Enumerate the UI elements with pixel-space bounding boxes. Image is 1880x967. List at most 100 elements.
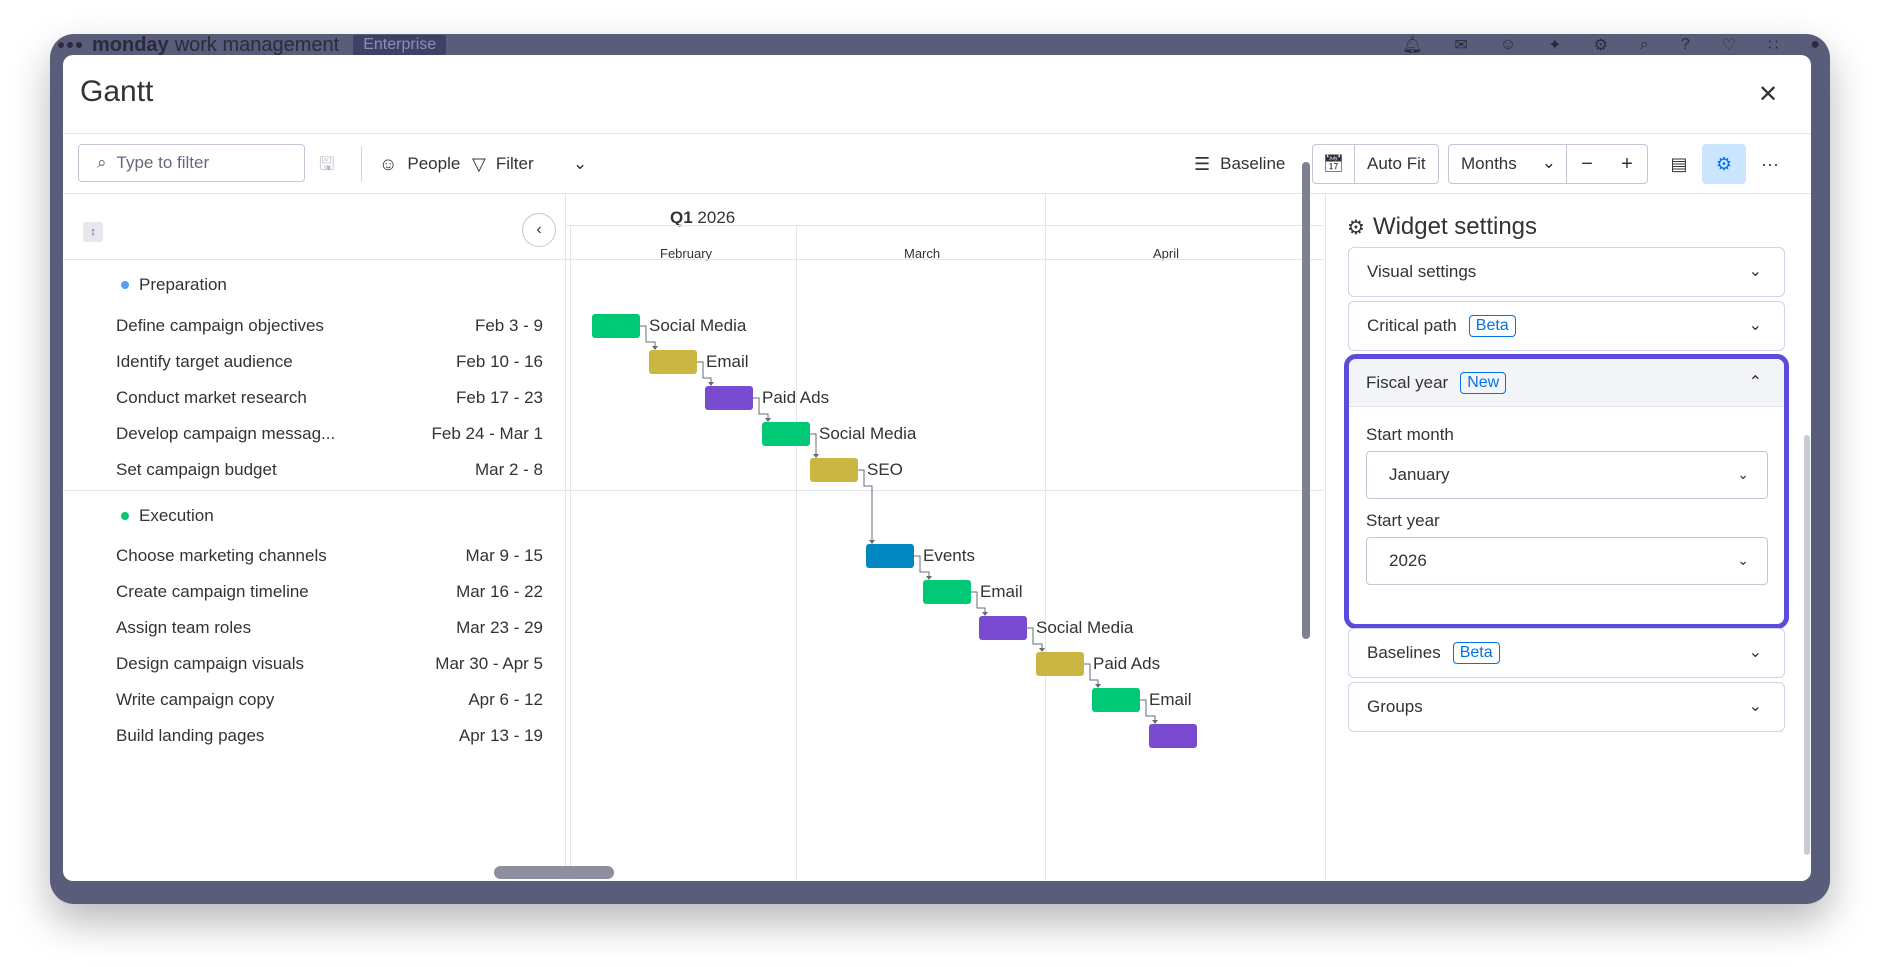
gantt-bar[interactable]: [1092, 688, 1140, 712]
task-name: Write campaign copy: [116, 690, 275, 709]
divider: [63, 490, 565, 491]
settings-scrollbar[interactable]: [1804, 435, 1810, 855]
task-row[interactable]: Write campaign copy Apr 6 - 12: [116, 685, 543, 715]
chevron-down-icon: ⌄: [1737, 466, 1749, 482]
task-dates: Feb 3 - 9: [474, 316, 543, 335]
panel-toggle-button[interactable]: ‹: [522, 213, 556, 247]
people-label: People: [407, 154, 461, 173]
invite-icon[interactable]: ☺: [1500, 36, 1516, 54]
accordion-label: Fiscal year: [1366, 372, 1449, 392]
task-dates: Feb 17 - 23: [456, 388, 543, 407]
fiscal-year-accordion: Fiscal year New ⌃ Start month January ⌄ …: [1344, 354, 1789, 629]
task-row[interactable]: Conduct market research Feb 17 - 23: [116, 383, 543, 413]
task-row[interactable]: Assign team roles Mar 23 - 29: [116, 613, 543, 643]
task-row[interactable]: Set campaign budget Mar 2 - 8: [116, 455, 543, 485]
app-brand: monday: [92, 34, 169, 56]
gear-icon: ⚙: [1715, 153, 1733, 174]
gantt-bar[interactable]: [649, 350, 697, 374]
heart-icon[interactable]: ♡: [1722, 35, 1736, 55]
gantt-timeline: Q1 2026 February March April Social Medi…: [566, 194, 1323, 881]
task-row[interactable]: Develop campaign messag... Feb 24 - Mar 1: [116, 419, 543, 449]
accordion-label: Groups: [1367, 697, 1423, 716]
search-placeholder: Type to filter: [116, 153, 210, 172]
timeline-scrollbar[interactable]: [1302, 162, 1310, 639]
collapse-all-button[interactable]: ↕: [83, 222, 103, 242]
start-year-select[interactable]: 2026 ⌄: [1366, 537, 1768, 585]
zoom-out-button[interactable]: −: [1567, 153, 1607, 176]
close-button[interactable]: ✕: [1751, 77, 1785, 111]
layout-button[interactable]: ▤: [1657, 144, 1701, 184]
task-row[interactable]: Identify target audience Feb 10 - 16: [116, 347, 543, 377]
gantt-bar[interactable]: [810, 458, 858, 482]
fiscal-year-header[interactable]: Fiscal year New ⌃: [1349, 359, 1784, 407]
accordion-label: Baselines: [1367, 643, 1441, 662]
task-row[interactable]: Choose marketing channels Mar 9 - 15: [116, 541, 543, 571]
group-title-execution[interactable]: Execution: [121, 506, 214, 526]
grid-icon[interactable]: ∷: [1768, 35, 1778, 55]
gantt-bar[interactable]: [923, 580, 971, 604]
gantt-bar[interactable]: [705, 386, 753, 410]
gantt-bar[interactable]: [592, 314, 640, 338]
task-row[interactable]: Define campaign objectives Feb 3 - 9: [116, 311, 543, 341]
gantt-bar[interactable]: [979, 616, 1027, 640]
start-year-label: Start year: [1366, 511, 1440, 530]
bell-icon[interactable]: 🔔︎: [1402, 35, 1422, 55]
critical-path-accordion[interactable]: Critical path Beta ⌄: [1348, 301, 1785, 351]
gantt-bar-label: Social Media: [1036, 618, 1134, 637]
zoom-group: Months ⌄ − +: [1448, 144, 1648, 184]
avatar[interactable]: ●: [1810, 36, 1820, 54]
task-dates: Feb 24 - Mar 1: [431, 424, 544, 443]
gantt-bar-label: Email: [980, 582, 1023, 601]
task-row[interactable]: Create campaign timeline Mar 16 - 22: [116, 577, 543, 607]
widget-settings-panel: ⚙ Widget settings Visual settings ⌄ Crit…: [1325, 194, 1811, 881]
filter-chevron-button[interactable]: ⌄: [573, 146, 587, 182]
chevron-down-icon: ⌄: [1748, 644, 1762, 661]
save-view-icon[interactable]: 🖫︎: [319, 152, 341, 174]
gantt-bar[interactable]: [1036, 652, 1084, 676]
task-name: Assign team roles: [116, 618, 252, 637]
people-button[interactable]: ☺ People: [379, 146, 460, 182]
gantt-bar[interactable]: [1149, 724, 1197, 748]
zoom-value: Months: [1461, 154, 1517, 173]
task-dates: Mar 23 - 29: [456, 618, 543, 637]
filter-button[interactable]: ▽ Filter: [472, 146, 534, 182]
dependency-line: [858, 469, 873, 543]
visual-settings-accordion[interactable]: Visual settings ⌄: [1348, 247, 1785, 297]
help-icon[interactable]: ?: [1681, 36, 1690, 54]
task-row[interactable]: Design campaign visuals Mar 30 - Apr 5: [116, 649, 543, 679]
search-input[interactable]: ⌕ Type to filter: [78, 144, 305, 182]
filter-icon: ▽: [472, 153, 486, 174]
settings-button[interactable]: ⚙: [1702, 144, 1746, 184]
zoom-select[interactable]: Months ⌄: [1449, 145, 1567, 183]
gantt-bar-label: Email: [1149, 690, 1192, 709]
task-row[interactable]: Build landing pages Apr 13 - 19: [116, 721, 543, 751]
chevron-down-icon: ⌄: [1748, 317, 1762, 334]
inbox-icon[interactable]: ✉: [1454, 35, 1467, 55]
chevron-down-icon: ⌄: [1541, 153, 1556, 172]
more-button[interactable]: ···: [1748, 144, 1792, 184]
gantt-bar-label: Social Media: [649, 316, 747, 335]
baseline-button[interactable]: ☰ Baseline: [1194, 146, 1285, 182]
accordion-label: Critical path: [1367, 316, 1457, 335]
gantt-bar-label: Paid Ads: [762, 388, 830, 407]
task-name: Identify target audience: [116, 352, 293, 371]
start-month-select[interactable]: January ⌄: [1366, 451, 1768, 499]
task-name: Set campaign budget: [116, 460, 277, 479]
group-title-preparation[interactable]: Preparation: [121, 275, 227, 295]
horizontal-scrollbar[interactable]: [494, 866, 614, 879]
apps-icon[interactable]: ✦: [1548, 35, 1561, 55]
task-name: Conduct market research: [116, 388, 307, 407]
zoom-in-button[interactable]: +: [1607, 153, 1647, 176]
gantt-bar[interactable]: [866, 544, 914, 568]
groups-accordion[interactable]: Groups ⌄: [1348, 682, 1785, 732]
settings-title-text: Widget settings: [1372, 213, 1538, 240]
auto-fit-button[interactable]: Auto Fit: [1355, 154, 1426, 174]
gantt-bar-label: Events: [923, 546, 975, 565]
divider: [361, 146, 362, 182]
task-name: Create campaign timeline: [116, 582, 309, 601]
ai-icon[interactable]: ⚙: [1594, 35, 1608, 55]
baselines-accordion[interactable]: Baselines Beta ⌄: [1348, 628, 1785, 678]
calendar-button[interactable]: 📅︎: [1313, 145, 1355, 183]
gantt-bar[interactable]: [762, 422, 810, 446]
search-icon[interactable]: ⌕: [1640, 36, 1649, 54]
